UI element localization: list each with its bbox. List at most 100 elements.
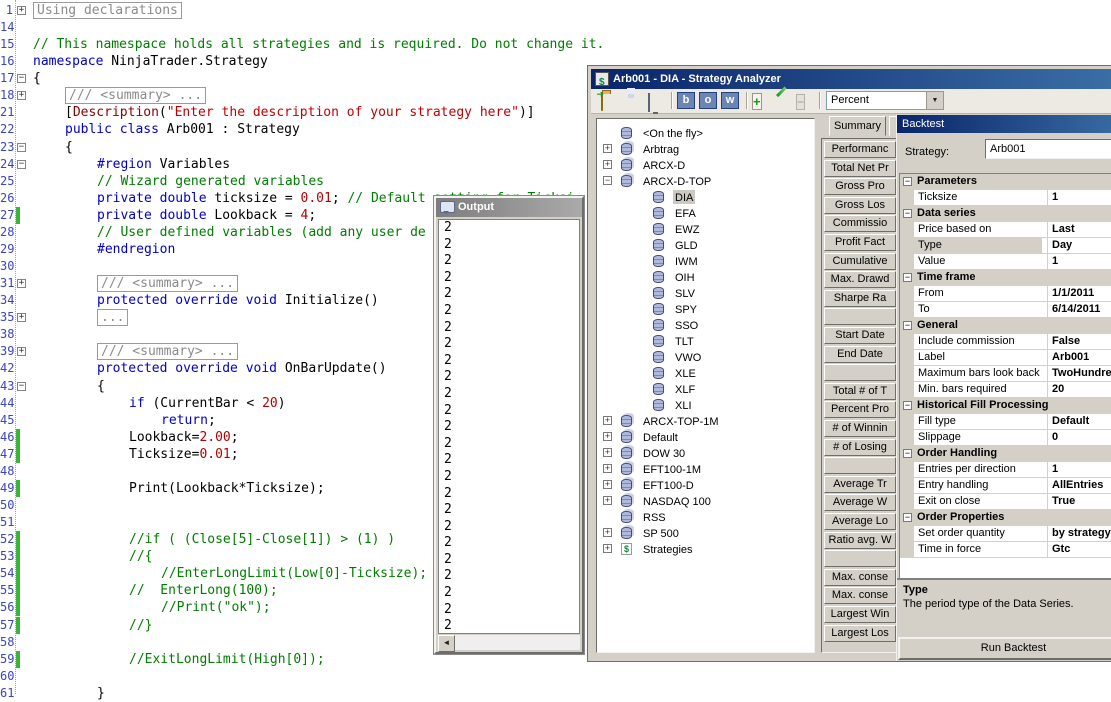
property-row[interactable]: Min. bars required 20: [900, 381, 1111, 398]
tree-item[interactable]: XLI: [597, 397, 814, 413]
property-row[interactable]: To 6/14/2011: [900, 301, 1111, 318]
open-folder-icon[interactable]: [601, 92, 603, 111]
summary-row[interactable]: Commissio: [824, 215, 896, 233]
output-window-titlebar[interactable]: Output: [436, 198, 582, 217]
tree-item-label[interactable]: VWO: [673, 350, 703, 364]
collapsed-region-box[interactable]: /// <summary> ...: [97, 343, 239, 361]
category-collapse-icon[interactable]: −: [903, 321, 912, 330]
summary-row[interactable]: Max. conse: [824, 568, 896, 586]
tree-item[interactable]: + Default: [597, 429, 814, 445]
fold-expand-icon[interactable]: +: [17, 313, 26, 323]
tree-item-label[interactable]: Arbtrag: [641, 142, 681, 156]
summary-row[interactable]: # of Winnin: [824, 420, 896, 437]
tree-expand-icon[interactable]: +: [603, 432, 612, 441]
output-log[interactable]: 2222222222222222222222222: [438, 219, 580, 634]
instrument-tree[interactable]: <On the fly> + Arbtrag + ARCX-D − ARCX-D-TOP DI…: [596, 118, 815, 653]
tree-item-label[interactable]: Strategies: [641, 542, 695, 556]
tree-item-label[interactable]: TLT: [673, 334, 696, 348]
category-collapse-icon[interactable]: −: [903, 401, 912, 410]
fold-expand-icon[interactable]: +: [17, 347, 26, 357]
tree-expand-icon[interactable]: +: [603, 544, 612, 553]
summary-row[interactable]: Average W: [824, 494, 896, 512]
tree-expand-icon[interactable]: +: [603, 416, 612, 425]
summary-row[interactable]: Cumulative: [824, 252, 896, 270]
tab-summary[interactable]: Summary: [829, 116, 886, 136]
tree-item-label[interactable]: ARCX-TOP-1M: [641, 414, 721, 428]
property-name[interactable]: Value: [918, 254, 1042, 269]
property-category-row[interactable]: − Data series: [900, 206, 1111, 222]
display-mode-combobox[interactable]: Percent ▼: [826, 91, 944, 110]
category-collapse-icon[interactable]: −: [903, 513, 912, 522]
summary-row[interactable]: Largest Win: [824, 606, 896, 623]
fold-collapse-icon[interactable]: −: [17, 74, 26, 84]
property-category-row[interactable]: − Historical Fill Processing: [900, 398, 1111, 414]
collapsed-region-box[interactable]: Using declarations: [33, 2, 182, 19]
fold-collapse-icon[interactable]: −: [17, 159, 26, 169]
summary-row[interactable]: [824, 550, 896, 568]
tree-item[interactable]: VWO: [597, 349, 814, 365]
property-value[interactable]: Default: [1047, 414, 1111, 429]
summary-row[interactable]: Total # of T: [824, 382, 896, 400]
tree-item-label[interactable]: RSS: [641, 510, 668, 524]
fold-expand-icon[interactable]: +: [17, 91, 26, 101]
property-name[interactable]: Label: [918, 350, 1042, 365]
tree-item[interactable]: RSS: [597, 509, 814, 525]
tree-collapse-icon[interactable]: −: [603, 176, 612, 185]
summary-row[interactable]: [824, 308, 896, 326]
add-icon[interactable]: +: [752, 93, 762, 111]
tree-item-label[interactable]: DIA: [673, 190, 696, 204]
tree-item-label[interactable]: EFT100-D: [641, 478, 696, 492]
property-name[interactable]: To: [918, 302, 1042, 317]
category-collapse-icon[interactable]: −: [903, 209, 912, 218]
tree-item-label[interactable]: IWM: [673, 254, 700, 268]
summary-row[interactable]: Gross Los: [824, 196, 896, 214]
tree-item[interactable]: GLD: [597, 237, 814, 253]
tree-expand-icon[interactable]: +: [603, 480, 612, 489]
property-value[interactable]: by strategy: [1047, 526, 1111, 541]
property-row[interactable]: Entry handling AllEntries: [900, 477, 1111, 494]
summary-row[interactable]: [824, 364, 896, 382]
property-row[interactable]: From 1/1/2011: [900, 285, 1111, 302]
strategy-input[interactable]: Arb001: [985, 139, 1111, 159]
fold-expand-icon[interactable]: +: [17, 6, 26, 15]
summary-row[interactable]: Max. Drawd: [824, 271, 896, 289]
summary-row[interactable]: Gross Pro: [824, 178, 896, 196]
tree-item[interactable]: SSO: [597, 317, 814, 333]
tree-item[interactable]: − ARCX-D-TOP: [597, 173, 814, 189]
tree-expand-icon[interactable]: +: [603, 144, 612, 153]
summary-row[interactable]: Sharpe Ra: [824, 289, 896, 307]
summary-row[interactable]: Profit Fact: [824, 234, 896, 251]
collapsed-region-box[interactable]: ...: [97, 309, 129, 327]
property-value[interactable]: 20: [1047, 382, 1111, 397]
property-name[interactable]: Maximum bars look back: [918, 366, 1042, 381]
tree-expand-icon[interactable]: +: [603, 464, 612, 473]
property-name[interactable]: Type: [914, 238, 1042, 253]
tree-item[interactable]: EFA: [597, 205, 814, 221]
property-category-row[interactable]: − General: [900, 318, 1111, 334]
property-value[interactable]: 1: [1047, 254, 1111, 269]
property-category-row[interactable]: − Time frame: [900, 270, 1111, 286]
tree-expand-icon[interactable]: +: [603, 448, 612, 457]
backtest-view-button[interactable]: b: [677, 92, 695, 109]
property-name[interactable]: Price based on: [918, 222, 1042, 237]
property-value[interactable]: 6/14/2011: [1047, 302, 1111, 317]
tree-item-label[interactable]: NASDAQ 100: [641, 494, 713, 508]
summary-row[interactable]: Performanc: [824, 141, 896, 158]
tree-item-label[interactable]: DOW 30: [641, 446, 687, 460]
scroll-left-arrow-icon[interactable]: ◄: [438, 635, 455, 652]
tree-item[interactable]: + DOW 30: [597, 445, 814, 461]
tree-item-label[interactable]: SLV: [673, 286, 697, 300]
category-collapse-icon[interactable]: −: [903, 177, 912, 186]
summary-row[interactable]: Max. conse: [824, 587, 896, 605]
tree-item[interactable]: + EFT100-D: [597, 477, 814, 493]
tree-item[interactable]: <On the fly>: [597, 125, 814, 141]
summary-row[interactable]: Start Date: [824, 327, 896, 344]
tree-item-label[interactable]: <On the fly>: [641, 126, 705, 140]
property-value[interactable]: 1: [1047, 462, 1111, 477]
property-row[interactable]: Exit on close True: [900, 493, 1111, 510]
summary-row[interactable]: # of Losing: [824, 438, 896, 456]
display-icon[interactable]: [648, 93, 650, 112]
run-backtest-button[interactable]: Run Backtest: [898, 637, 1111, 660]
property-name[interactable]: Entry handling: [918, 478, 1042, 493]
tree-item-label[interactable]: GLD: [673, 238, 700, 252]
